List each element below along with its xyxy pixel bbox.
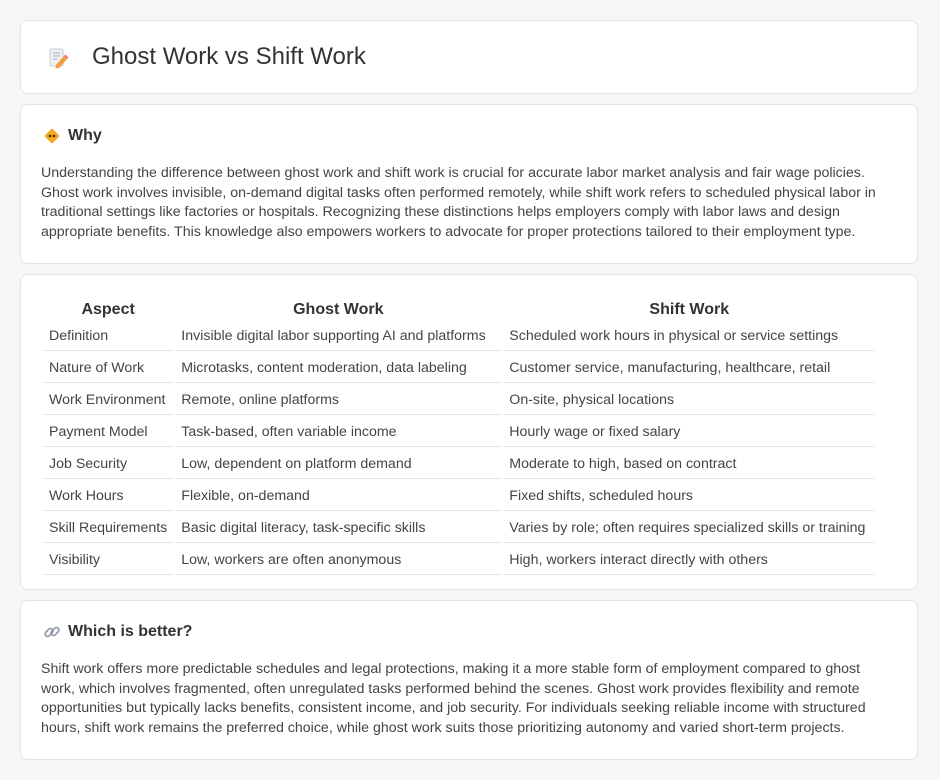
why-heading: Why [68, 127, 102, 144]
link-icon [44, 626, 60, 638]
comparison-table: Aspect Ghost Work Shift Work Definition … [41, 295, 877, 577]
shift-work-cell: Fixed shifts, scheduled hours [503, 481, 876, 511]
shift-work-cell: Varies by role; often requires specializ… [503, 513, 876, 543]
better-paragraph: Shift work offers more predictable sched… [41, 661, 866, 736]
table-row: Visibility Low, workers are often anonym… [43, 545, 876, 575]
table-row: Definition Invisible digital labor suppo… [43, 321, 876, 351]
ghost-work-cell: Low, dependent on platform demand [175, 449, 502, 479]
aspect-cell: Visibility [43, 545, 174, 575]
page-title: Ghost Work vs Shift Work [92, 43, 366, 70]
column-header-shift-work: Shift Work [649, 301, 730, 318]
document-pencil-icon [49, 48, 69, 69]
better-heading: Which is better? [68, 623, 193, 640]
table-row: Nature of Work Microtasks, content moder… [43, 353, 876, 383]
column-header-aspect: Aspect [81, 301, 135, 318]
aspect-cell: Work Environment [43, 385, 174, 415]
table-row: Payment Model Task-based, often variable… [43, 417, 876, 447]
comparison-section: Aspect Ghost Work Shift Work Definition … [20, 274, 918, 590]
why-paragraph: Understanding the difference between gho… [41, 165, 876, 240]
table-header-row: Aspect Ghost Work Shift Work [43, 297, 875, 319]
ghost-work-cell: Basic digital literacy, task-specific sk… [175, 513, 502, 543]
which-is-better-section: Which is better? Shift work offers more … [20, 600, 918, 760]
ghost-work-cell: Task-based, often variable income [175, 417, 502, 447]
aspect-cell: Job Security [43, 449, 174, 479]
ghost-work-cell: Remote, online platforms [175, 385, 502, 415]
shift-work-cell: High, workers interact directly with oth… [503, 545, 876, 575]
ghost-work-cell: Flexible, on-demand [175, 481, 502, 511]
why-section: Why Understanding the difference between… [20, 104, 918, 264]
column-header-ghost-work: Ghost Work [293, 301, 384, 318]
table-row: Skill Requirements Basic digital literac… [43, 513, 876, 543]
ghost-work-cell: Microtasks, content moderation, data lab… [175, 353, 502, 383]
better-heading-row: Which is better? [43, 623, 192, 641]
shift-work-cell: On-site, physical locations [503, 385, 876, 415]
why-heading-row: Why [43, 127, 102, 145]
ghost-work-cell: Low, workers are often anonymous [175, 545, 502, 575]
aspect-cell: Work Hours [43, 481, 174, 511]
title-card: Ghost Work vs Shift Work [20, 20, 918, 94]
ghost-work-cell: Invisible digital labor supporting AI an… [175, 321, 502, 351]
table-row: Work Environment Remote, online platform… [43, 385, 876, 415]
shift-work-cell: Scheduled work hours in physical or serv… [503, 321, 876, 351]
diamond-sign-icon [44, 128, 60, 144]
aspect-cell: Nature of Work [43, 353, 174, 383]
table-row: Work Hours Flexible, on-demand Fixed shi… [43, 481, 876, 511]
aspect-cell: Definition [43, 321, 174, 351]
shift-work-cell: Hourly wage or fixed salary [503, 417, 876, 447]
table-row: Job Security Low, dependent on platform … [43, 449, 876, 479]
aspect-cell: Payment Model [43, 417, 174, 447]
shift-work-cell: Moderate to high, based on contract [503, 449, 876, 479]
aspect-cell: Skill Requirements [43, 513, 174, 543]
shift-work-cell: Customer service, manufacturing, healthc… [503, 353, 876, 383]
